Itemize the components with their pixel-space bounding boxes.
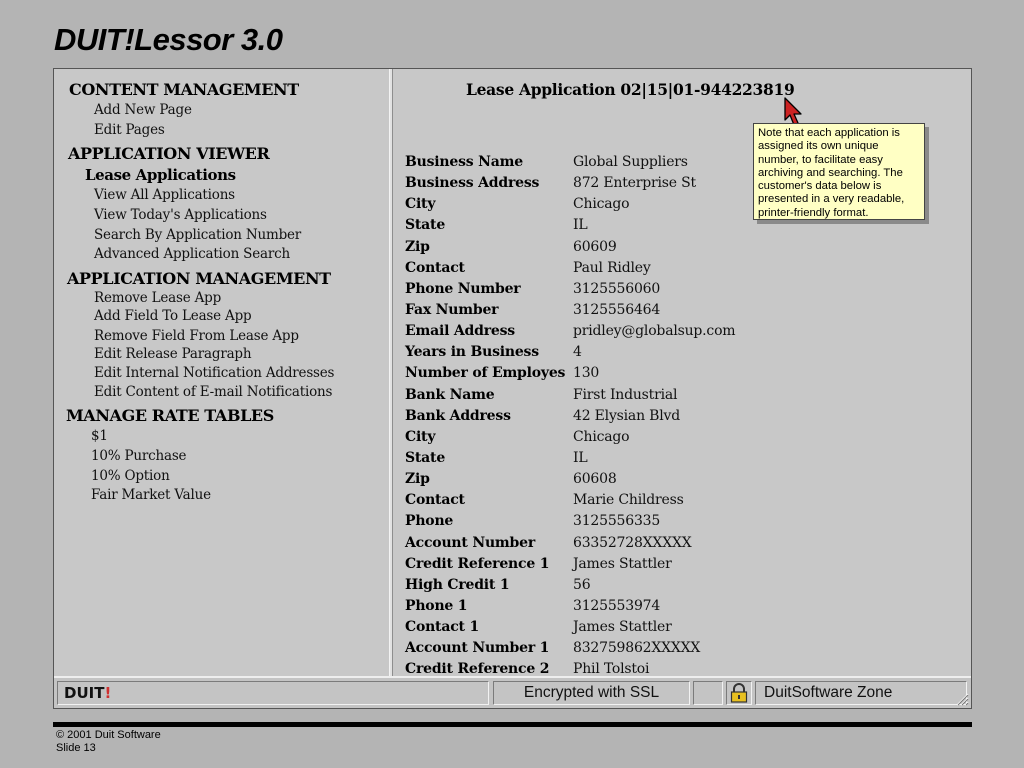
field-label: Bank Name <box>405 386 495 403</box>
field-value: First Industrial <box>573 386 678 403</box>
nav-link-edit-release-paragraph[interactable]: Edit Release Paragraph <box>94 346 252 362</box>
field-label: Phone 1 <box>405 597 468 614</box>
nav-link-rate-1-dollar[interactable]: $1 <box>91 428 108 444</box>
status-bar: DUIT! Encrypted with SSL DuitSoftware Zo… <box>54 676 971 708</box>
field-value: 63352728XXXXX <box>573 534 692 551</box>
field-label: Years in Business <box>405 344 539 361</box>
security-lock-cell <box>726 681 752 705</box>
field-label: City <box>405 428 436 445</box>
field-label: Zip <box>405 238 430 255</box>
nav-link-edit-internal-notification-addresses[interactable]: Edit Internal Notification Addresses <box>94 365 334 381</box>
field-value: 832759862XXXXX <box>573 640 701 657</box>
nav-link-remove-lease-app[interactable]: Remove Lease App <box>94 290 221 306</box>
browser-window: CONTENT MANAGEMENT Add New Page Edit Pag… <box>53 68 972 709</box>
brand-bang: ! <box>104 684 112 702</box>
footer-divider <box>53 722 972 727</box>
field-value: 130 <box>573 365 600 382</box>
nav-link-search-by-application-number[interactable]: Search By Application Number <box>94 227 301 243</box>
nav-link-view-todays-applications[interactable]: View Today's Applications <box>94 207 267 223</box>
field-label: State <box>405 449 446 466</box>
field-value: Chicago <box>573 428 630 445</box>
field-label: Contact 1 <box>405 619 480 636</box>
field-value: 872 Enterprise St <box>573 175 696 192</box>
application-heading: Lease Application 02|15|01-944223819 <box>466 80 795 99</box>
nav-heading-application-viewer: APPLICATION VIEWER <box>68 144 270 163</box>
field-label: State <box>405 217 446 234</box>
field-label: Credit Reference 1 <box>405 555 550 572</box>
nav-link-edit-content-of-email-notifications[interactable]: Edit Content of E-mail Notifications <box>94 384 332 400</box>
field-value: 3125556464 <box>573 301 661 318</box>
field-value: 42 Elysian Blvd <box>573 407 680 424</box>
field-label: Zip <box>405 471 430 488</box>
field-value: Chicago <box>573 196 630 213</box>
field-label: Account Number <box>405 534 536 551</box>
field-label: High Credit 1 <box>405 576 510 593</box>
field-label: City <box>405 196 436 213</box>
nav-link-remove-field-from-lease-app[interactable]: Remove Field From Lease App <box>94 328 299 344</box>
status-blank-cell <box>693 681 723 705</box>
slide-footer: © 2001 Duit Software Slide 13 <box>56 729 161 755</box>
nav-link-add-new-page[interactable]: Add New Page <box>94 102 192 118</box>
field-value: 60609 <box>573 238 617 255</box>
copyright-text: © 2001 Duit Software <box>56 729 161 741</box>
field-value: James Stattler <box>573 555 672 572</box>
field-value: Paul Ridley <box>573 259 651 276</box>
field-label: Bank Address <box>405 407 511 424</box>
field-label: Fax Number <box>405 301 499 318</box>
field-value: 4 <box>573 344 582 361</box>
ssl-status: Encrypted with SSL <box>493 681 690 705</box>
nav-heading-content-management: CONTENT MANAGEMENT <box>69 80 299 99</box>
brand-logo: DUIT! <box>57 681 489 705</box>
field-value: Global Suppliers <box>573 154 688 170</box>
slide-number: Slide 13 <box>56 742 96 754</box>
field-value: 3125553974 <box>573 597 661 614</box>
field-label: Account Number 1 <box>405 640 550 657</box>
nav-link-rate-10-percent-purchase[interactable]: 10% Purchase <box>91 448 187 464</box>
nav-link-advanced-application-search[interactable]: Advanced Application Search <box>94 246 290 262</box>
field-label: Phone Number <box>405 280 521 297</box>
slide-title: DUIT!Lessor 3.0 <box>54 22 283 57</box>
field-label: Number of Employes <box>405 365 566 382</box>
field-value: 60608 <box>573 471 617 488</box>
nav-heading-application-management: APPLICATION MANAGEMENT <box>67 269 331 288</box>
field-label: Email Address <box>405 323 515 340</box>
callout-note: Note that each application is assigned i… <box>753 123 925 220</box>
field-label: Contact <box>405 259 465 276</box>
nav-heading-manage-rate-tables: MANAGE RATE TABLES <box>66 406 274 425</box>
navigation-frame[interactable]: CONTENT MANAGEMENT Add New Page Edit Pag… <box>54 69 389 676</box>
field-value: IL <box>573 449 588 466</box>
field-value: 56 <box>573 576 591 593</box>
field-value: Marie Childress <box>573 492 684 509</box>
brand-text: DUIT <box>64 684 105 702</box>
security-zone: DuitSoftware Zone <box>755 681 967 705</box>
nav-link-view-all-applications[interactable]: View All Applications <box>94 187 235 203</box>
field-label: Business Address <box>405 175 540 192</box>
field-value: Phil Tolstoi <box>573 661 650 676</box>
field-label: Business Name <box>405 154 523 170</box>
field-value: pridley@globalsup.com <box>573 323 736 340</box>
field-label: Phone <box>405 513 454 530</box>
field-value: 3125556060 <box>573 280 661 297</box>
field-value: IL <box>573 217 588 234</box>
field-label: Contact <box>405 492 465 509</box>
padlock-icon <box>730 683 748 703</box>
resize-grip-icon[interactable] <box>955 692 969 706</box>
nav-link-add-field-to-lease-app[interactable]: Add Field To Lease App <box>94 308 252 324</box>
nav-link-edit-pages[interactable]: Edit Pages <box>94 122 165 138</box>
nav-link-rate-10-percent-option[interactable]: 10% Option <box>91 468 170 484</box>
nav-subheading-lease-applications[interactable]: Lease Applications <box>85 166 236 184</box>
field-value: James Stattler <box>573 619 672 636</box>
field-value: 3125556335 <box>573 513 661 530</box>
nav-link-rate-fair-market-value[interactable]: Fair Market Value <box>91 487 211 503</box>
field-label: Credit Reference 2 <box>405 661 550 676</box>
